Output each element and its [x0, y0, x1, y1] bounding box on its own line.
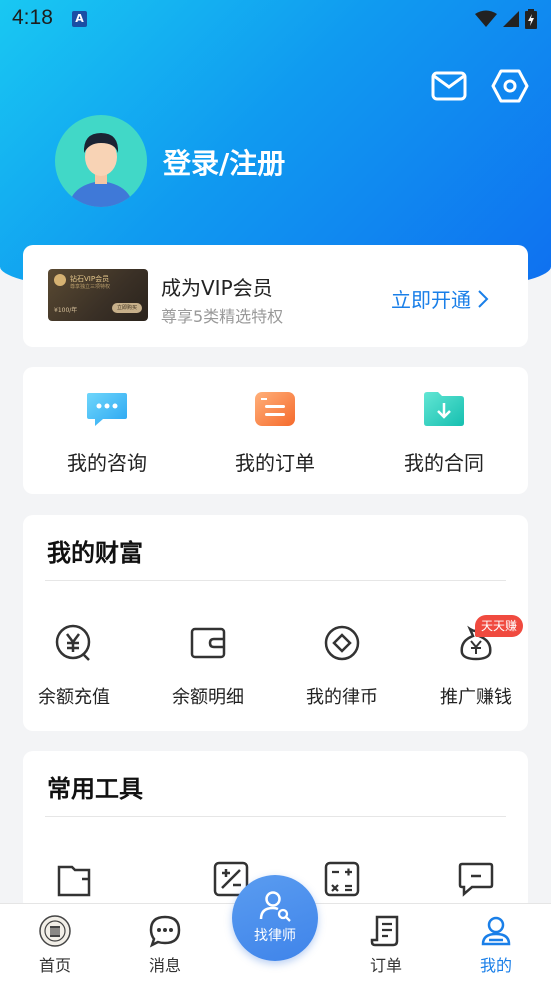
wifi-icon [475, 10, 497, 27]
wealth-item-recharge[interactable]: 余额充值 [14, 623, 134, 709]
chat-bubble-icon [87, 393, 127, 426]
contract-folder-icon [424, 392, 464, 426]
status-icons [475, 9, 537, 29]
quick-item-label: 我的咨询 [67, 451, 147, 475]
vip-card[interactable]: 钻石VIP会员 尊享独立三项特权 ¥100/年 立即购买 成为VIP会员 尊享5… [23, 245, 528, 347]
wealth-card: 我的财富 余额充值 余额明细 我的律币 推广赚钱 天天赚 [23, 515, 528, 731]
wealth-item-label: 我的律币 [306, 687, 378, 708]
quick-item-label: 我的订单 [235, 451, 315, 475]
tab-messages[interactable]: 消息 [125, 914, 205, 976]
tab-label: 消息 [148, 956, 181, 975]
quick-item-contracts[interactable]: 我的合同 [379, 389, 509, 476]
quick-item-label: 我的合同 [404, 451, 484, 475]
wealth-item-balance-detail[interactable]: 余额明细 [148, 623, 268, 709]
signal-icon [503, 11, 519, 27]
tab-label: 我的 [479, 956, 512, 975]
status-bar: 4:18 A [0, 0, 551, 38]
wallet-icon [190, 627, 226, 659]
find-lawyer-label: 找律师 [254, 928, 296, 944]
battery-icon [525, 9, 537, 29]
avatar[interactable] [55, 115, 147, 207]
wealth-item-label: 余额充值 [38, 687, 110, 708]
tab-orders[interactable]: 订单 [346, 914, 426, 976]
login-register-link[interactable]: 登录/注册 [163, 142, 285, 182]
vip-logo-icon [54, 274, 66, 286]
user-avatar-icon [69, 133, 133, 207]
notification-app-icon: A [72, 11, 87, 27]
vip-card-thumbnail: 钻石VIP会员 尊享独立三项特权 ¥100/年 立即购买 [48, 269, 148, 321]
message-icon [149, 915, 181, 948]
wealth-item-label: 推广赚钱 [440, 687, 512, 708]
quick-item-orders[interactable]: 我的订单 [210, 389, 340, 476]
comment-icon [458, 862, 494, 897]
tab-label: 订单 [369, 956, 402, 975]
wealth-item-label: 余额明细 [172, 687, 244, 708]
order-doc-icon [255, 392, 295, 426]
quick-item-consult[interactable]: 我的咨询 [42, 389, 172, 476]
tab-home[interactable]: 首页 [15, 914, 95, 976]
vip-subtitle: 尊享5类精选特权 [161, 307, 284, 326]
yuan-recharge-icon [55, 624, 91, 661]
order-icon [370, 915, 399, 947]
vip-open-button[interactable]: 立即开通 [391, 284, 489, 313]
mail-icon[interactable] [430, 67, 468, 105]
settings-icon[interactable] [491, 67, 529, 105]
tab-mine[interactable]: 我的 [456, 914, 536, 976]
tool-item-feedback[interactable] [416, 859, 536, 899]
vip-open-label: 立即开通 [391, 288, 471, 312]
vip-thumb-price: ¥100/年 [54, 307, 78, 314]
calculator-icon [324, 861, 360, 897]
tools-title: 常用工具 [47, 775, 143, 803]
home-emblem-icon [39, 915, 71, 947]
divider [45, 816, 506, 817]
vip-thumb-sub: 尊享独立三项特权 [70, 284, 111, 290]
vip-title: 成为VIP会员 [161, 276, 273, 300]
wealth-item-coins[interactable]: 我的律币 [282, 623, 402, 709]
vip-thumb-button: 立即购买 [112, 303, 142, 313]
find-lawyer-button[interactable]: 找律师 [232, 875, 318, 961]
profile-icon [481, 916, 511, 946]
folder-wallet-icon [57, 865, 91, 897]
chevron-right-icon [478, 289, 489, 308]
tab-label: 首页 [38, 956, 71, 975]
status-time: 4:18 [12, 6, 53, 29]
lawyer-search-icon [259, 891, 291, 922]
quick-actions-card: 我的咨询 我的订单 我的合同 [23, 367, 528, 494]
tool-item-wallet[interactable] [14, 859, 134, 899]
wealth-title: 我的财富 [47, 539, 143, 567]
divider [45, 580, 506, 581]
coin-icon [324, 625, 360, 661]
promo-badge: 天天赚 [475, 615, 524, 637]
